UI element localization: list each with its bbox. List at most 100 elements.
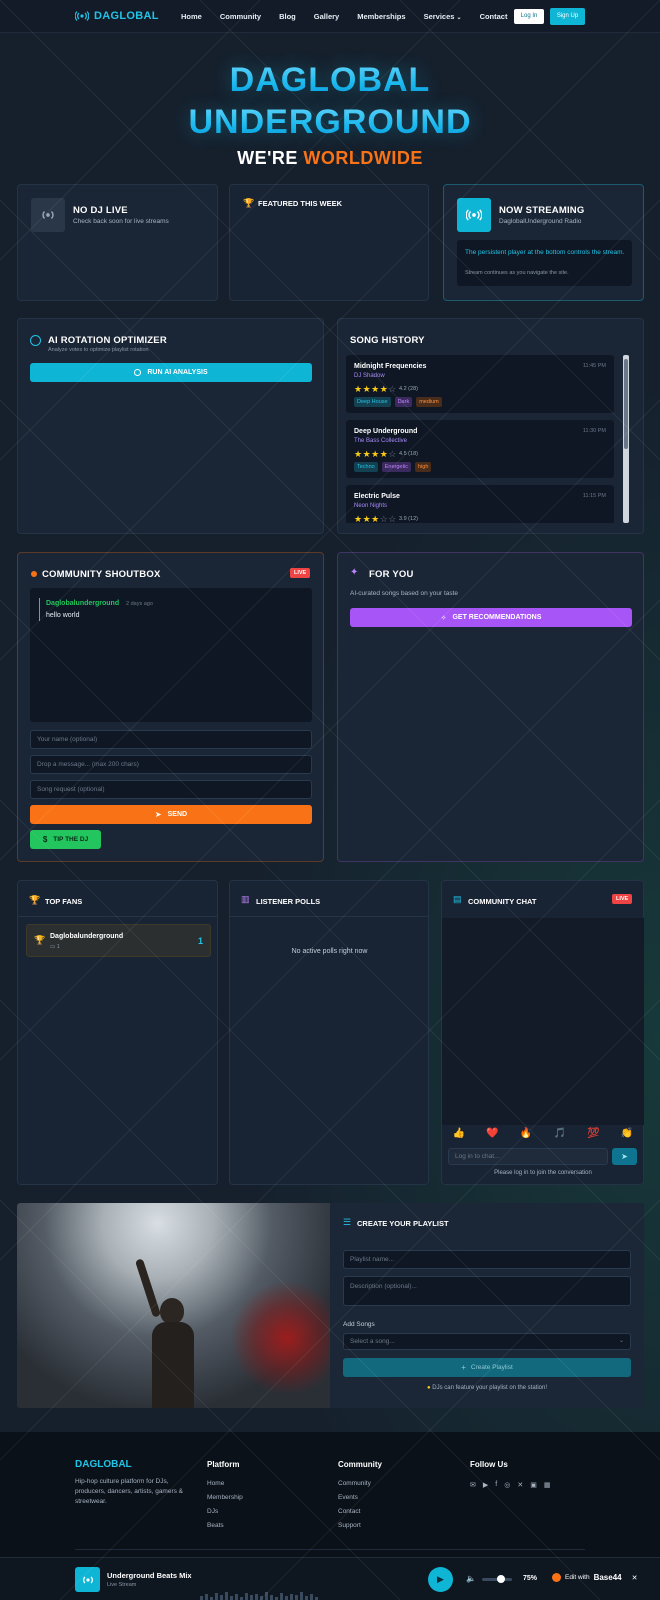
x-icon[interactable]: ✕ xyxy=(517,1481,523,1489)
player-artwork-icon xyxy=(75,1567,100,1592)
footer-link-djs[interactable]: DJs xyxy=(207,1508,218,1515)
footer-link-community[interactable]: Community xyxy=(338,1480,371,1487)
volume-value: 75% xyxy=(523,1575,538,1582)
streaming-note-box: The persistent player at the bottom cont… xyxy=(457,240,632,286)
genre-tag: Techno xyxy=(354,462,378,472)
edit-with-label: Edit with xyxy=(565,1574,590,1581)
performer-silhouette xyxy=(134,1258,202,1408)
send-button[interactable]: ➤ SEND xyxy=(30,805,312,824)
footer-brand[interactable]: DAGLOBAL xyxy=(75,1459,132,1470)
create-playlist-button[interactable]: + Create Playlist xyxy=(343,1358,631,1377)
playlist-note-text: DJs can feature your playlist on the sta… xyxy=(432,1385,548,1391)
nav-home[interactable]: Home xyxy=(181,12,202,21)
send-label: SEND xyxy=(167,811,188,818)
volume-slider[interactable] xyxy=(482,1575,512,1583)
chat-send-button[interactable]: ➤ xyxy=(612,1148,637,1165)
trophy-icon: 🏆 xyxy=(34,935,46,945)
ai-subtitle: Analyze votes to optimize playlist rotat… xyxy=(48,347,149,353)
create-playlist-panel: ☰ CREATE YOUR PLAYLIST Playlist name... … xyxy=(330,1203,644,1408)
history-scrollbar[interactable] xyxy=(623,355,629,523)
nav-services[interactable]: Services ⌄ xyxy=(424,12,462,21)
hero-title-line2: UNDERGROUND xyxy=(0,103,660,142)
nav-blog[interactable]: Blog xyxy=(279,12,296,21)
signup-button[interactable]: Sign Up xyxy=(550,8,585,25)
audio-visualizer xyxy=(200,1592,420,1600)
trophy-icon: 🏆 xyxy=(29,895,41,905)
thumbs-up-icon[interactable]: 👍 xyxy=(453,1128,465,1139)
playlist-description-input[interactable]: Description (optional)... xyxy=(343,1276,631,1306)
song-artist: DJ Shadow xyxy=(354,373,385,379)
plus-icon: + xyxy=(461,1363,466,1372)
star-rating[interactable]: ★★★★☆ xyxy=(354,384,397,395)
top-nav: DAGLOBAL Home Community Blog Gallery Mem… xyxy=(0,0,660,33)
play-button[interactable]: ▶ xyxy=(428,1567,453,1592)
song-item[interactable]: Deep Underground The Bass Collective 11:… xyxy=(346,420,614,478)
footer-about: Hip-hop culture platform for DJs, produc… xyxy=(75,1478,184,1505)
fan-row[interactable]: 🏆 Daglobalunderground ▭ 1 1 xyxy=(26,924,211,957)
shout-message-input[interactable]: Drop a message... (max 200 chars) xyxy=(30,755,312,774)
volume-knob[interactable] xyxy=(497,1575,505,1583)
footer-link-membership[interactable]: Membership xyxy=(207,1494,243,1501)
rating-count: 4.5 (18) xyxy=(399,451,418,457)
scrollbar-thumb[interactable] xyxy=(624,359,628,449)
fire-icon[interactable]: 🔥 xyxy=(520,1128,532,1139)
brand-name: DAGLOBAL xyxy=(94,10,159,22)
persistent-player: Underground Beats Mix Live Stream ▶ 🔈 75… xyxy=(0,1557,660,1600)
nav-contact[interactable]: Contact xyxy=(480,12,508,21)
song-tags: Deep House Dark medium xyxy=(354,397,442,407)
ai-rotation-card: AI ROTATION OPTIMIZER Analyze votes to o… xyxy=(17,318,324,534)
play-icon: ▶ xyxy=(437,1574,444,1584)
star-rating[interactable]: ★★★☆☆ xyxy=(354,514,397,523)
calendar-icon[interactable]: ▦ xyxy=(544,1481,551,1489)
edit-with-badge[interactable]: Edit with Base44 ✕ xyxy=(552,1573,637,1582)
youtube-icon[interactable]: ▶ xyxy=(483,1481,488,1489)
playlist-name-input[interactable]: Playlist name... xyxy=(343,1250,631,1269)
login-button[interactable]: Log In xyxy=(514,9,544,24)
shout-name-input[interactable]: Your name (optional) xyxy=(30,730,312,749)
shoutbox-messages[interactable]: Daglobalunderground 2 days ago hello wor… xyxy=(30,588,312,722)
nav-memberships[interactable]: Memberships xyxy=(357,12,405,21)
fan-messages-count: 1 xyxy=(56,944,60,950)
create-playlist-label: Create Playlist xyxy=(470,1364,513,1371)
footer-link-home[interactable]: Home xyxy=(207,1480,224,1487)
for-you-card: ✦ FOR YOU AI-curated songs based on your… xyxy=(337,552,644,862)
chat-input[interactable]: Log in to chat... xyxy=(448,1148,608,1165)
featured-card: 🏆 FEATURED THIS WEEK xyxy=(229,184,429,301)
footer-link-contact[interactable]: Contact xyxy=(338,1508,360,1515)
footer: DAGLOBAL Hip-hop culture platform for DJ… xyxy=(0,1432,660,1557)
brand-logo[interactable]: DAGLOBAL xyxy=(75,10,159,22)
song-select[interactable]: Select a song... ⌄ xyxy=(343,1333,631,1350)
clap-icon[interactable]: 👏 xyxy=(621,1128,633,1139)
nav-gallery[interactable]: Gallery xyxy=(314,12,339,21)
mail-icon[interactable]: ✉ xyxy=(470,1481,476,1489)
playlist-note: ● DJs can feature your playlist on the s… xyxy=(330,1385,644,1391)
nav-community[interactable]: Community xyxy=(220,12,261,21)
footer-link-support[interactable]: Support xyxy=(338,1522,361,1529)
star-rating[interactable]: ★★★★☆ xyxy=(354,449,397,460)
hundred-icon[interactable]: 💯 xyxy=(587,1128,599,1139)
listener-polls-card: ▥ LISTENER POLLS No active polls right n… xyxy=(229,880,429,1185)
song-item[interactable]: Electric Pulse Neon Nights 11:15 PM ★★★☆… xyxy=(346,485,614,523)
music-note-icon[interactable]: 🎵 xyxy=(554,1128,566,1139)
instagram-icon[interactable]: ◎ xyxy=(504,1481,510,1489)
footer-divider xyxy=(75,1549,585,1550)
tip-dj-button[interactable]: $ TIP THE DJ xyxy=(30,830,101,849)
close-icon[interactable]: ✕ xyxy=(632,1574,638,1582)
footer-link-beats[interactable]: Beats xyxy=(207,1522,224,1529)
send-icon: ➤ xyxy=(154,810,162,819)
chat-title: COMMUNITY CHAT xyxy=(468,897,537,906)
list-music-icon: ☰ xyxy=(343,1217,352,1227)
facebook-icon[interactable]: f xyxy=(495,1481,497,1489)
song-item[interactable]: Midnight Frequencies DJ Shadow 11:45 PM … xyxy=(346,355,614,413)
volume-icon[interactable]: 🔈 xyxy=(466,1574,476,1583)
history-scroll-area[interactable]: Midnight Frequencies DJ Shadow 11:45 PM … xyxy=(338,355,628,523)
message-accent-bar xyxy=(39,598,40,621)
twitch-icon[interactable]: ▣ xyxy=(530,1481,537,1489)
get-recommendations-button[interactable]: ✧ GET RECOMMENDATIONS xyxy=(350,608,632,627)
trophy-icon: 🏆 xyxy=(243,198,255,208)
song-request-input[interactable]: Song request (optional) xyxy=(30,780,312,799)
footer-link-events[interactable]: Events xyxy=(338,1494,358,1501)
run-ai-button[interactable]: RUN AI ANALYSIS xyxy=(30,363,312,382)
chat-messages[interactable] xyxy=(442,918,644,1125)
heart-icon[interactable]: ❤️ xyxy=(486,1128,498,1139)
